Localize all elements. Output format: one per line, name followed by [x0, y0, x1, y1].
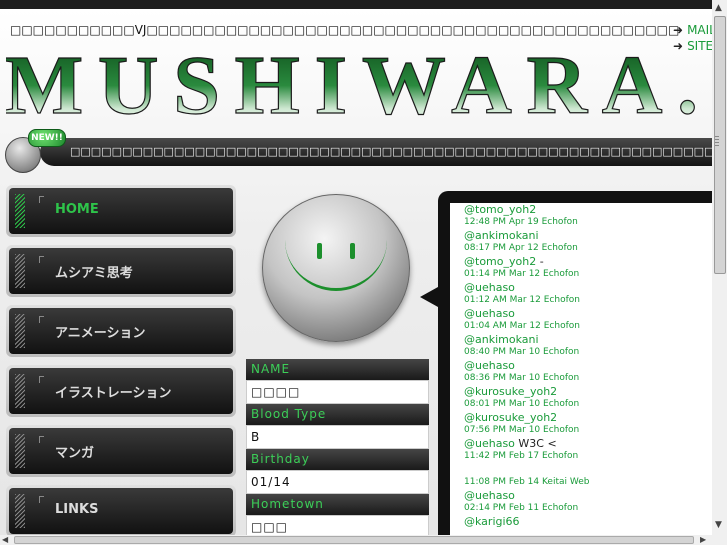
hatch-decoration: [15, 374, 25, 408]
tweet-item: @kurosuke_yoh2 07:56 PM Mar 10 Echofon: [450, 411, 712, 437]
field-label: Blood Type: [246, 404, 429, 425]
tweet-user-link[interactable]: @uehaso: [464, 359, 515, 372]
tweet-meta-link[interactable]: 01:04 AM Mar 12 Echofon: [464, 320, 712, 333]
arrow-right-icon: ➜: [673, 23, 684, 37]
horizontal-scrollbar-thumb[interactable]: [14, 536, 694, 544]
field-label: NAME: [246, 359, 429, 380]
field-value: □□□□: [246, 380, 429, 404]
nav-label: アニメーション: [55, 326, 146, 341]
profile-field-birthday: Birthday 01/14: [246, 449, 429, 494]
tweet-user-link[interactable]: @ankimokani: [464, 229, 539, 242]
tweet-text: W3C <: [514, 437, 557, 450]
field-label: Hometown: [246, 494, 429, 515]
tweet-meta-link[interactable]: 12:48 PM Apr 19 Echofon: [464, 216, 712, 229]
hatch-decoration: [15, 194, 25, 228]
profile-field-blood-type: Blood Type B: [246, 404, 429, 449]
tweet-item: @uehaso W3C <11:42 PM Feb 17 Echofon: [450, 437, 712, 463]
nav-label: HOME: [55, 202, 99, 217]
tweet-meta-link[interactable]: 11:42 PM Feb 17 Echofon: [464, 450, 712, 463]
tweet-user-link[interactable]: @tomo_yoh2: [464, 255, 536, 268]
tweet-meta-link[interactable]: 07:56 PM Mar 10 Echofon: [464, 424, 712, 437]
avatar-box: [246, 184, 429, 360]
nav-item-animation[interactable]: アニメーション: [6, 305, 236, 357]
site-tagline: □□□□□□□□□□□VJ□□□□□□□□□□□□□□□□□□□□□□□□□□□…: [10, 23, 680, 37]
tweet-meta-link[interactable]: 01:14 PM Mar 12 Echofon: [464, 268, 712, 281]
top-bar: [0, 0, 712, 9]
twitter-panel: @tomo_yoh2 12:48 PM Apr 19 Echofon @ankim…: [420, 191, 712, 535]
hatch-decoration: [15, 434, 25, 468]
profile-field-name: NAME □□□□: [246, 359, 429, 404]
scroll-up-arrow-icon[interactable]: ▲: [715, 3, 722, 13]
tweet-meta-link[interactable]: 08:36 PM Mar 10 Echofon: [464, 372, 712, 385]
scroll-left-arrow-icon[interactable]: ◀: [2, 535, 8, 544]
tweet-meta-link[interactable]: 08:17 PM Apr 12 Echofon: [464, 242, 712, 255]
nav-item-manga[interactable]: マンガ: [6, 425, 236, 477]
tweet-user-link[interactable]: @kurosuke_yoh2: [464, 385, 557, 398]
tweet-user-link[interactable]: @uehaso: [464, 437, 515, 450]
profile-field-hometown: Hometown □□□: [246, 494, 429, 535]
tweet-user-link[interactable]: @uehaso: [464, 489, 515, 502]
field-value: □□□: [246, 515, 429, 535]
tweet-user-link[interactable]: @tomo_yoh2: [464, 203, 536, 216]
tweet-item: @tomo_yoh2 -01:14 PM Mar 12 Echofon: [450, 255, 712, 281]
hatch-decoration: [15, 494, 25, 528]
tweet-item: @uehaso 01:04 AM Mar 12 Echofon: [450, 307, 712, 333]
site-logo[interactable]: MUSHIWARA.BI: [6, 43, 710, 121]
tweet-meta-link[interactable]: 02:14 PM Feb 11 Echofon: [464, 502, 712, 515]
nav-label: LINKS: [55, 502, 99, 517]
nav-item-illustration[interactable]: イラストレーション: [6, 365, 236, 417]
tweet-meta-link[interactable]: 08:01 PM Mar 10 Echofon: [464, 398, 712, 411]
speech-pointer: [420, 287, 438, 307]
news-band: □□□□□□□□□□□□□□□□□□□□□□□□□□□□□□□□□□□□□□□□…: [40, 138, 712, 166]
tweet-user-link[interactable]: @uehaso: [464, 307, 515, 320]
logo-text: MUSHIWARA.BI: [6, 43, 710, 121]
new-badge: NEW!!: [28, 129, 66, 147]
tweet-user-link[interactable]: [464, 463, 468, 476]
field-value: 01/14: [246, 470, 429, 494]
mail-link[interactable]: ➜MAIL: [673, 22, 712, 38]
scroll-down-arrow-icon[interactable]: ▼: [715, 520, 722, 530]
profile-panel: NAME □□□□ Blood Type B Birthday 01/14 Ho…: [246, 184, 429, 535]
grip-icon: [715, 136, 719, 148]
tweet-user-link[interactable]: @karigi66: [464, 515, 520, 528]
tweet-user-link[interactable]: @ankimokani: [464, 333, 539, 346]
tweet-list: @tomo_yoh2 12:48 PM Apr 19 Echofon @ankim…: [450, 203, 712, 535]
tweet-item: @ankimokani 08:40 PM Mar 10 Echofon: [450, 333, 712, 359]
nav-item-home[interactable]: HOME: [6, 185, 236, 237]
tweet-item: 11:08 PM Feb 14 Keitai Web: [450, 463, 712, 489]
nav-label: イラストレーション: [55, 386, 172, 401]
nav-label: マンガ: [55, 446, 95, 461]
nav-item-links[interactable]: LINKS: [6, 485, 236, 535]
smile-icon: [285, 240, 387, 291]
tweet-item: @uehaso 01:12 AM Mar 12 Echofon: [450, 281, 712, 307]
field-value: B: [246, 425, 429, 449]
tweet-meta-link[interactable]: 08:40 PM Mar 10 Echofon: [464, 346, 712, 359]
vertical-scrollbar[interactable]: ▲ ▼: [712, 0, 727, 535]
tweet-item: @tomo_yoh2 12:48 PM Apr 19 Echofon: [450, 203, 712, 229]
hatch-decoration: [15, 314, 25, 348]
tweet-meta-link[interactable]: 11:08 PM Feb 14 Keitai Web: [464, 476, 712, 489]
nav-item-mushiami-thoughts[interactable]: ムシアミ思考: [6, 245, 236, 297]
smiley-avatar: [262, 194, 410, 342]
nav-label: ムシアミ思考: [55, 266, 133, 281]
hatch-decoration: [15, 254, 25, 288]
horizontal-scrollbar[interactable]: ◀ ▶: [0, 535, 727, 545]
tweet-item: @ankimokani 08:17 PM Apr 12 Echofon: [450, 229, 712, 255]
news-bar: □□□□□□□□□□□□□□□□□□□□□□□□□□□□□□□□□□□□□□□□…: [0, 129, 712, 173]
page: □□□□□□□□□□□VJ□□□□□□□□□□□□□□□□□□□□□□□□□□□…: [0, 9, 712, 535]
scroll-right-arrow-icon[interactable]: ▶: [700, 535, 706, 544]
tweet-user-link[interactable]: @kurosuke_yoh2: [464, 411, 557, 424]
field-label: Birthday: [246, 449, 429, 470]
main-nav: HOME ムシアミ思考 アニメーション イラストレーション マンガ LINKS: [6, 185, 236, 535]
tweet-item: @karigi66: [450, 515, 712, 528]
tweet-text: -: [536, 255, 544, 268]
tweet-user-link[interactable]: @uehaso: [464, 281, 515, 294]
tweet-meta-link[interactable]: 01:12 AM Mar 12 Echofon: [464, 294, 712, 307]
logo-graphic: MUSHIWARA.BI: [6, 43, 710, 121]
tweet-item: @kurosuke_yoh2 08:01 PM Mar 10 Echofon: [450, 385, 712, 411]
tweet-item: @uehaso 02:14 PM Feb 11 Echofon: [450, 489, 712, 515]
profile-fields: NAME □□□□ Blood Type B Birthday 01/14 Ho…: [246, 359, 429, 535]
tweet-item: @uehaso 08:36 PM Mar 10 Echofon: [450, 359, 712, 385]
news-text: □□□□□□□□□□□□□□□□□□□□□□□□□□□□□□□□□□□□□□□□…: [70, 145, 712, 158]
